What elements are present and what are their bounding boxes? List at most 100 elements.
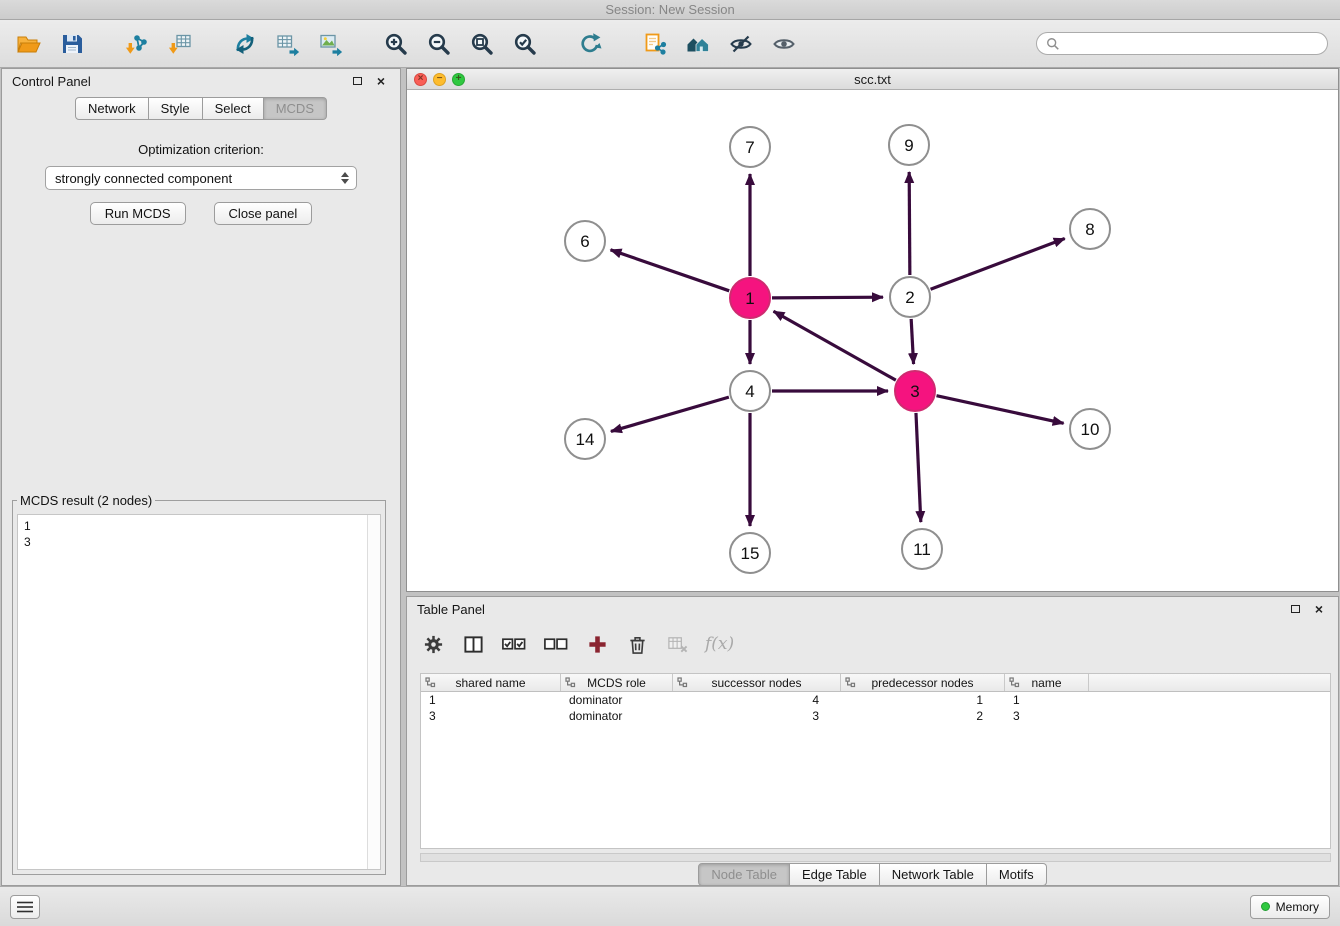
application-window: Session: New Session Control Panel × Net… bbox=[0, 0, 1340, 926]
svg-text:1: 1 bbox=[745, 289, 754, 308]
network-canvas[interactable]: 7 9 6 8 1 2 4 3 14 10 15 11 bbox=[407, 90, 1338, 591]
node-1[interactable]: 1 bbox=[730, 278, 770, 318]
column-header-shared-name[interactable]: shared name bbox=[421, 674, 561, 691]
edge-3-11[interactable] bbox=[916, 413, 921, 522]
node-11[interactable]: 11 bbox=[902, 529, 942, 569]
edge-3-1[interactable] bbox=[774, 311, 896, 380]
add-row-button[interactable] bbox=[585, 631, 609, 657]
tab-style[interactable]: Style bbox=[149, 97, 203, 120]
zoom-out-button[interactable] bbox=[422, 27, 456, 61]
hide-details-button[interactable] bbox=[724, 27, 758, 61]
tab-network[interactable]: Network bbox=[75, 97, 149, 120]
zoom-fit-button[interactable] bbox=[465, 27, 499, 61]
import-network-button[interactable] bbox=[120, 27, 154, 61]
close-panel-action-button[interactable]: Close panel bbox=[214, 202, 313, 225]
node-14[interactable]: 14 bbox=[565, 419, 605, 459]
table-cell[interactable]: dominator bbox=[561, 693, 673, 707]
delete-row-button[interactable] bbox=[625, 631, 649, 657]
export-image-button[interactable] bbox=[314, 27, 348, 61]
edge-4-14[interactable] bbox=[611, 397, 729, 431]
node-table: shared nameMCDS rolesuccessor nodesprede… bbox=[420, 673, 1331, 849]
status-menu-button[interactable] bbox=[10, 895, 40, 919]
table-cell[interactable]: 1 bbox=[421, 693, 561, 707]
zoom-in-icon bbox=[384, 32, 408, 56]
function-button[interactable]: f(x) bbox=[705, 631, 734, 657]
table-cell[interactable]: dominator bbox=[561, 709, 673, 723]
columns-button[interactable] bbox=[461, 631, 485, 657]
import-table-button[interactable] bbox=[163, 27, 197, 61]
clone-network-icon bbox=[643, 32, 667, 56]
svg-text:4: 4 bbox=[745, 382, 754, 401]
table-cell[interactable]: 1 bbox=[841, 693, 1005, 707]
open-file-button[interactable] bbox=[12, 27, 46, 61]
table-cell[interactable]: 3 bbox=[1005, 709, 1089, 723]
table-toolbar: f(x) bbox=[421, 627, 734, 661]
edge-3-10[interactable] bbox=[936, 396, 1063, 424]
edge-1-2[interactable] bbox=[772, 297, 883, 298]
table-row[interactable]: 3dominator323 bbox=[421, 708, 1330, 724]
column-header-mcds-role[interactable]: MCDS role bbox=[561, 674, 673, 691]
tab-network-table[interactable]: Network Table bbox=[880, 863, 987, 886]
maximize-window-button[interactable]: + bbox=[452, 73, 465, 86]
search-input[interactable] bbox=[1065, 37, 1318, 51]
control-panel-title: Control Panel bbox=[12, 74, 342, 89]
float-table-panel-button[interactable] bbox=[1286, 601, 1304, 617]
run-mcds-button[interactable]: Run MCDS bbox=[90, 202, 186, 225]
tab-select[interactable]: Select bbox=[203, 97, 264, 120]
table-horizontal-scrollbar[interactable] bbox=[420, 853, 1331, 862]
zoom-selected-button[interactable] bbox=[508, 27, 542, 61]
table-cell[interactable]: 1 bbox=[1005, 693, 1089, 707]
column-header-successor-nodes[interactable]: successor nodes bbox=[673, 674, 841, 691]
minimize-window-button[interactable]: − bbox=[433, 73, 446, 86]
delete-table-button[interactable] bbox=[665, 631, 689, 657]
column-header-predecessor-nodes[interactable]: predecessor nodes bbox=[841, 674, 1005, 691]
edge-2-8[interactable] bbox=[931, 239, 1065, 290]
edge-2-3[interactable] bbox=[911, 319, 913, 364]
add-row-icon bbox=[587, 634, 608, 655]
table-cell[interactable]: 3 bbox=[421, 709, 561, 723]
clone-network-button[interactable] bbox=[638, 27, 672, 61]
settings-button[interactable] bbox=[421, 631, 445, 657]
close-panel-button[interactable]: × bbox=[372, 73, 390, 89]
table-cell[interactable]: 3 bbox=[673, 709, 841, 723]
table-cell[interactable]: 4 bbox=[673, 693, 841, 707]
export-network-button[interactable] bbox=[228, 27, 262, 61]
table-row[interactable]: 1dominator411 bbox=[421, 692, 1330, 708]
table-cell[interactable]: 2 bbox=[841, 709, 1005, 723]
column-header-name[interactable]: name bbox=[1005, 674, 1089, 691]
zoom-in-button[interactable] bbox=[379, 27, 413, 61]
edge-2-9[interactable] bbox=[909, 172, 910, 275]
node-9[interactable]: 9 bbox=[889, 125, 929, 165]
tab-mcds[interactable]: MCDS bbox=[264, 97, 327, 120]
show-details-button[interactable] bbox=[767, 27, 801, 61]
float-panel-button[interactable] bbox=[348, 73, 366, 89]
toolbar-separator bbox=[206, 30, 219, 58]
tab-node-table[interactable]: Node Table bbox=[698, 863, 790, 886]
node-2[interactable]: 2 bbox=[890, 277, 930, 317]
save-icon bbox=[60, 32, 84, 56]
home-button[interactable] bbox=[681, 27, 715, 61]
edge-1-6[interactable] bbox=[611, 250, 730, 291]
node-7[interactable]: 7 bbox=[730, 127, 770, 167]
node-3[interactable]: 3 bbox=[895, 371, 935, 411]
refresh-button[interactable] bbox=[573, 27, 607, 61]
save-button[interactable] bbox=[55, 27, 89, 61]
toolbar-separator bbox=[616, 30, 629, 58]
close-window-button[interactable]: × bbox=[414, 73, 427, 86]
export-table-button[interactable] bbox=[271, 27, 305, 61]
tab-motifs[interactable]: Motifs bbox=[987, 863, 1047, 886]
memory-button[interactable]: Memory bbox=[1250, 895, 1330, 919]
optimization-dropdown[interactable]: strongly connected component bbox=[45, 166, 357, 190]
window-title: Session: New Session bbox=[605, 2, 734, 17]
node-4[interactable]: 4 bbox=[730, 371, 770, 411]
node-6[interactable]: 6 bbox=[565, 221, 605, 261]
node-15[interactable]: 15 bbox=[730, 533, 770, 573]
tab-edge-table[interactable]: Edge Table bbox=[790, 863, 880, 886]
node-10[interactable]: 10 bbox=[1070, 409, 1110, 449]
select-all-button[interactable] bbox=[501, 631, 527, 657]
deselect-all-button[interactable] bbox=[543, 631, 569, 657]
toolbar-search-box[interactable] bbox=[1036, 32, 1328, 55]
close-table-panel-button[interactable]: × bbox=[1310, 601, 1328, 617]
node-8[interactable]: 8 bbox=[1070, 209, 1110, 249]
result-scrollbar[interactable] bbox=[367, 515, 380, 869]
